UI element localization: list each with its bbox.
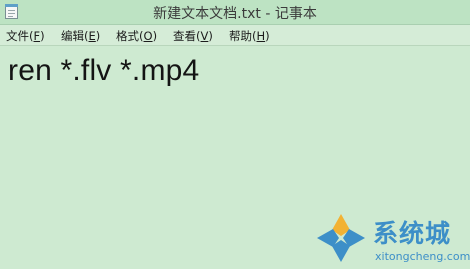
window-title: 新建文本文档.txt - 记事本 — [153, 6, 317, 22]
menu-edit[interactable]: 编辑(E) — [61, 28, 100, 44]
title-bar[interactable]: 新建文本文档.txt - 记事本 — [0, 0, 470, 25]
notepad-window: 新建文本文档.txt - 记事本 文件(F) 编辑(E) 格式(O) 查看(V)… — [0, 0, 470, 269]
menu-file[interactable]: 文件(F) — [6, 28, 45, 44]
site-watermark: 系统城 xitongcheng.com — [315, 212, 470, 269]
menu-bar: 文件(F) 编辑(E) 格式(O) 查看(V) 帮助(H) — [0, 25, 470, 46]
menu-format[interactable]: 格式(O) — [116, 28, 157, 44]
menu-help[interactable]: 帮助(H) — [229, 28, 270, 44]
watermark-brand: 系统城 — [373, 219, 452, 248]
menu-view[interactable]: 查看(V) — [173, 28, 213, 44]
watermark-url: xitongcheng.com — [375, 250, 470, 263]
watermark-logo-icon — [317, 214, 365, 262]
editor-content[interactable]: ren *.flv *.mp4 — [8, 54, 199, 88]
